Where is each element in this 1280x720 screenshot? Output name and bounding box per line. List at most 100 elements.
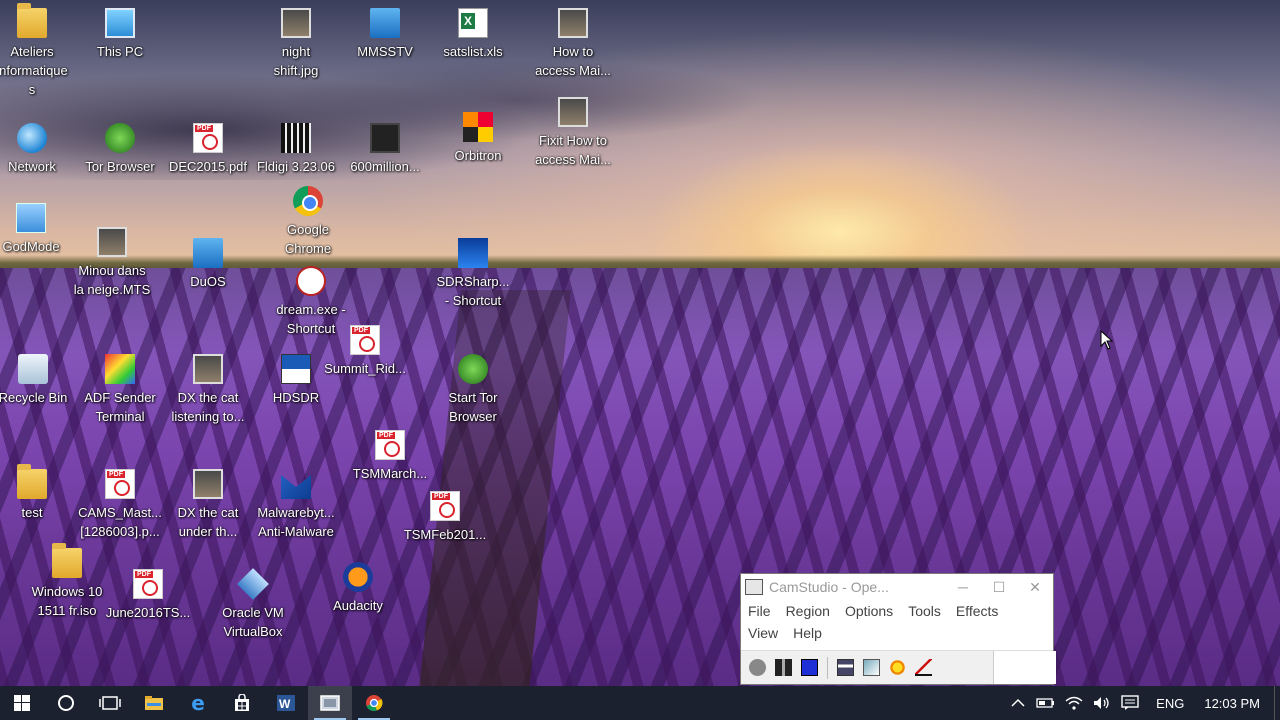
desktop-icon-ateliers[interactable]: Ateliers informatique s (0, 3, 77, 99)
maximize-button[interactable]: ☐ (981, 579, 1017, 596)
taskbar-file-explorer[interactable] (132, 686, 176, 720)
effects-sun-icon[interactable] (889, 659, 906, 676)
video-file-icon (370, 123, 400, 153)
menu-tools[interactable]: Tools (908, 600, 941, 622)
orbitron-app-icon (463, 112, 493, 142)
desktop-icon-label: Audacity (333, 598, 383, 613)
camstudio-titlebar[interactable]: CamStudio - Ope... ─ ☐ ✕ (741, 574, 1053, 600)
camstudio-icon (320, 695, 340, 711)
desktop-icon-windows-iso[interactable]: Windows 10 1511 fr.iso (22, 543, 112, 620)
desktop-icon-label: ADF Sender Terminal (84, 390, 156, 424)
taskbar: e W ENG 12:03 PM (0, 686, 1280, 720)
desktop-icon-label: Ateliers informatique s (0, 44, 68, 97)
desktop-icon-audacity[interactable]: Audacity (313, 562, 403, 615)
volume-icon[interactable] (1088, 696, 1116, 710)
desktop-icon-cams[interactable]: CAMS_Mast... [1286003].p... (75, 469, 165, 541)
desktop-icon-dx-cat-listening[interactable]: DX the cat listening to... (163, 354, 253, 426)
record-icon[interactable] (749, 659, 766, 676)
menu-view[interactable]: View (748, 622, 778, 644)
region-icon[interactable] (837, 659, 854, 676)
desktop-icon-label: HDSDR (272, 390, 320, 405)
action-center-icon[interactable] (1116, 695, 1144, 711)
menu-options[interactable]: Options (845, 600, 893, 622)
desktop-icon-tor-browser[interactable]: Tor Browser (75, 123, 165, 176)
desktop-icon-mmsstv[interactable]: MMSSTV (340, 8, 430, 61)
minimize-button[interactable]: ─ (945, 579, 981, 595)
taskbar-chrome[interactable] (352, 686, 396, 720)
desktop-icon-label: Recycle Bin (0, 390, 68, 405)
desktop-icon-how-to-access[interactable]: How to access Mai... (528, 8, 618, 80)
desktop-icon-fixit[interactable]: Fixit How to access Mai... (528, 97, 618, 169)
desktop-icon-dec2015[interactable]: DEC2015.pdf (163, 123, 253, 176)
desktop-icon-virtualbox[interactable]: Oracle VM VirtualBox (208, 568, 298, 641)
desktop-icon-label: How to access Mai... (535, 44, 611, 78)
desktop-icon-label: Fldigi 3.23.06 (256, 159, 336, 174)
hdsdr-app-icon (281, 354, 311, 384)
desktop-icon-label: DX the cat listening to... (171, 390, 245, 424)
show-desktop-button[interactable] (1274, 686, 1280, 720)
battery-icon[interactable] (1032, 697, 1060, 709)
desktop-icon-satslist[interactable]: satslist.xls (428, 8, 518, 61)
video-file-icon (193, 354, 223, 384)
desktop-icon-orbitron[interactable]: Orbitron (433, 112, 523, 165)
desktop-icon-fldigi[interactable]: Fldigi 3.23.06 (251, 123, 341, 176)
iso-file-icon (52, 543, 82, 578)
desktop-icon-label: Tor Browser (85, 159, 155, 174)
chrome-icon (366, 695, 383, 712)
close-button[interactable]: ✕ (1017, 579, 1053, 596)
menu-region[interactable]: Region (786, 600, 830, 622)
desktop-icon-malwarebytes[interactable]: Malwarebyt... Anti-Malware (251, 469, 341, 541)
desktop-icon-minou[interactable]: Minou dans la neige.MTS (67, 227, 157, 299)
taskbar-edge[interactable]: e (176, 686, 220, 720)
cortana-button[interactable] (44, 686, 88, 720)
desktop-icon-label: Windows 10 1511 fr.iso (31, 584, 103, 618)
taskbar-word[interactable]: W (264, 686, 308, 720)
video-file-icon (193, 469, 223, 499)
desktop-icon-recycle-bin[interactable]: Recycle Bin (0, 354, 78, 407)
cortana-search-icon (58, 695, 74, 711)
toolbar-status-area (993, 651, 1056, 684)
pause-icon[interactable] (775, 659, 792, 676)
wifi-icon[interactable] (1060, 696, 1088, 710)
desktop-icon-this-pc[interactable]: This PC (75, 8, 165, 61)
mmsstv-app-icon (370, 8, 400, 38)
desktop-icon-600million[interactable]: 600million... (340, 123, 430, 176)
desktop-icon-dx-cat-under[interactable]: DX the cat under th... (163, 469, 253, 541)
pdf-file-icon (375, 430, 405, 460)
desktop-icon-adf-sender[interactable]: ADF Sender Terminal (75, 354, 165, 426)
desktop-icon-test[interactable]: test (0, 464, 77, 522)
pdf-file-icon (350, 325, 380, 355)
desktop-icon-google-chrome[interactable]: Google Chrome (263, 186, 353, 258)
word-icon: W (277, 695, 295, 711)
desktop-icon-network[interactable]: Network (0, 123, 77, 176)
camstudio-app-icon (745, 579, 763, 595)
desktop-icon-label: SDRSharp... - Shortcut (436, 274, 510, 308)
file-explorer-icon (145, 696, 163, 710)
annotate-icon[interactable] (863, 659, 880, 676)
audacity-icon (343, 562, 373, 592)
desktop-icon-tsmmarch[interactable]: TSMMarch... (345, 430, 435, 483)
desktop-icon-night-shift[interactable]: night shift.jpg (251, 8, 341, 80)
autopan-icon[interactable] (915, 659, 932, 676)
godmode-folder-icon (16, 203, 46, 233)
taskbar-store[interactable] (220, 686, 264, 720)
menu-file[interactable]: File (748, 600, 771, 622)
desktop-icon-sdrsharp[interactable]: SDRSharp... - Shortcut (428, 238, 518, 310)
stop-icon[interactable] (801, 659, 818, 676)
desktop-icon-godmode[interactable]: GodMode (0, 203, 76, 256)
menu-help[interactable]: Help (793, 622, 822, 644)
taskbar-camstudio[interactable] (308, 686, 352, 720)
desktop-icon-hdsdr[interactable]: HDSDR (251, 354, 341, 407)
menu-effects[interactable]: Effects (956, 600, 999, 622)
input-language[interactable]: ENG (1144, 696, 1196, 711)
desktop-icon-tsmfeb[interactable]: TSMFeb201... (400, 491, 490, 544)
camstudio-window[interactable]: CamStudio - Ope... ─ ☐ ✕ File Region Opt… (740, 573, 1056, 685)
desktop-icon-duos[interactable]: DuOS (163, 238, 253, 291)
task-view-button[interactable] (88, 686, 132, 720)
desktop-icon-label: Google Chrome (284, 222, 332, 256)
desktop-icon-start-tor[interactable]: Start Tor Browser (428, 354, 518, 426)
taskbar-clock[interactable]: 12:03 PM (1196, 696, 1274, 711)
desktop-icon-june2016[interactable]: June2016TS... (103, 569, 193, 622)
start-button[interactable] (0, 686, 44, 720)
tray-expand-chevron-icon[interactable] (1004, 698, 1032, 708)
